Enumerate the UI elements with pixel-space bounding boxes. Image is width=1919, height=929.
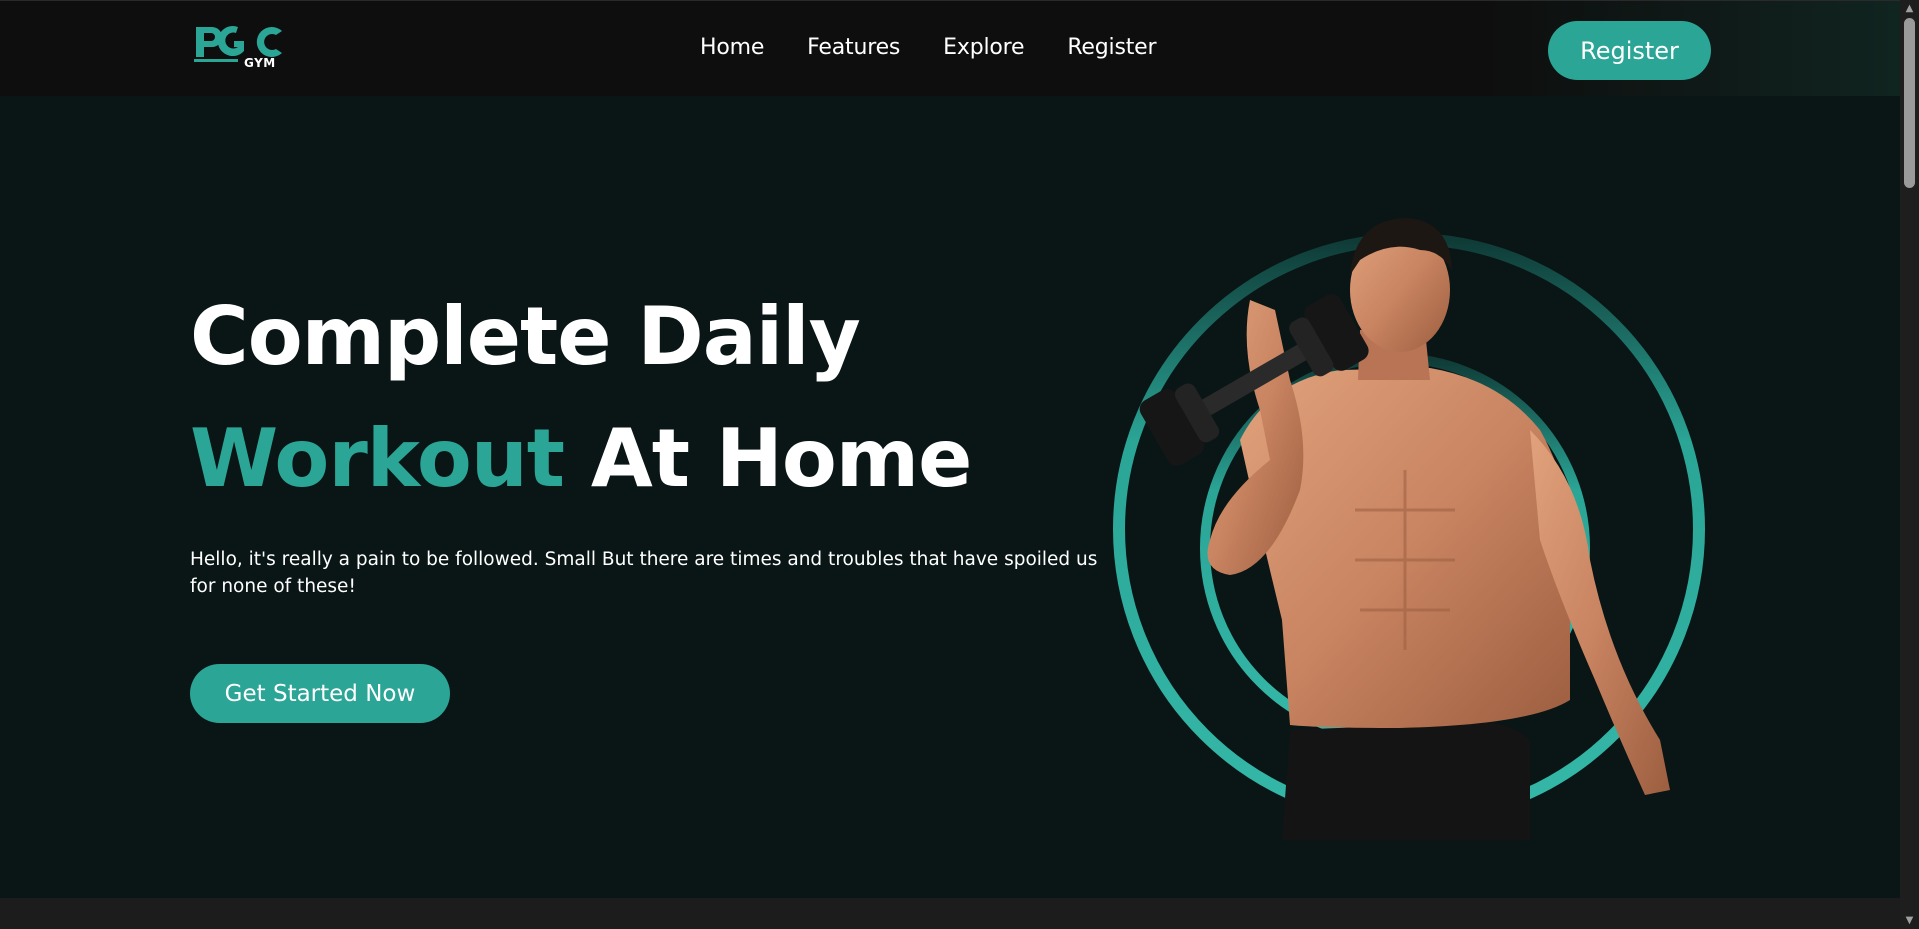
hero-title-rest: At Home [564,412,973,505]
logo-subtext: GYM [244,56,276,70]
nav-link-home[interactable]: Home [700,35,764,60]
scrollbar-thumb[interactable] [1904,18,1915,188]
navbar: GYM Home Features Explore Register Regis… [0,0,1900,96]
hero-description: Hello, it's really a pain to be followed… [190,549,1098,597]
nav-link-features[interactable]: Features [807,35,900,60]
nav-link-register[interactable]: Register [1067,35,1156,60]
athlete-hero-image [1113,218,1705,840]
hero-title-accent: Workout [190,412,565,505]
hero-section: Complete Daily Workout At Home Hello, it… [0,96,1900,898]
bottom-strip [0,898,1900,929]
nav-link-explore[interactable]: Explore [943,35,1024,60]
nav-links: Home Features Explore Register [700,35,1157,60]
vertical-scrollbar[interactable]: ▲ ▼ [1900,0,1919,929]
hero-title-line1: Complete Daily [190,290,861,383]
register-button[interactable]: Register [1548,21,1711,80]
hero-title-line2: Workout At Home [190,398,973,520]
brand-logo[interactable]: GYM [194,21,290,73]
page: GYM Home Features Explore Register Regis… [0,0,1900,929]
scroll-up-arrow-icon[interactable]: ▲ [1900,0,1919,17]
hero-title: Complete Daily Workout At Home [190,276,973,520]
shorts [1282,720,1530,840]
get-started-button[interactable]: Get Started Now [190,664,450,723]
scroll-down-arrow-icon[interactable]: ▼ [1900,912,1919,929]
